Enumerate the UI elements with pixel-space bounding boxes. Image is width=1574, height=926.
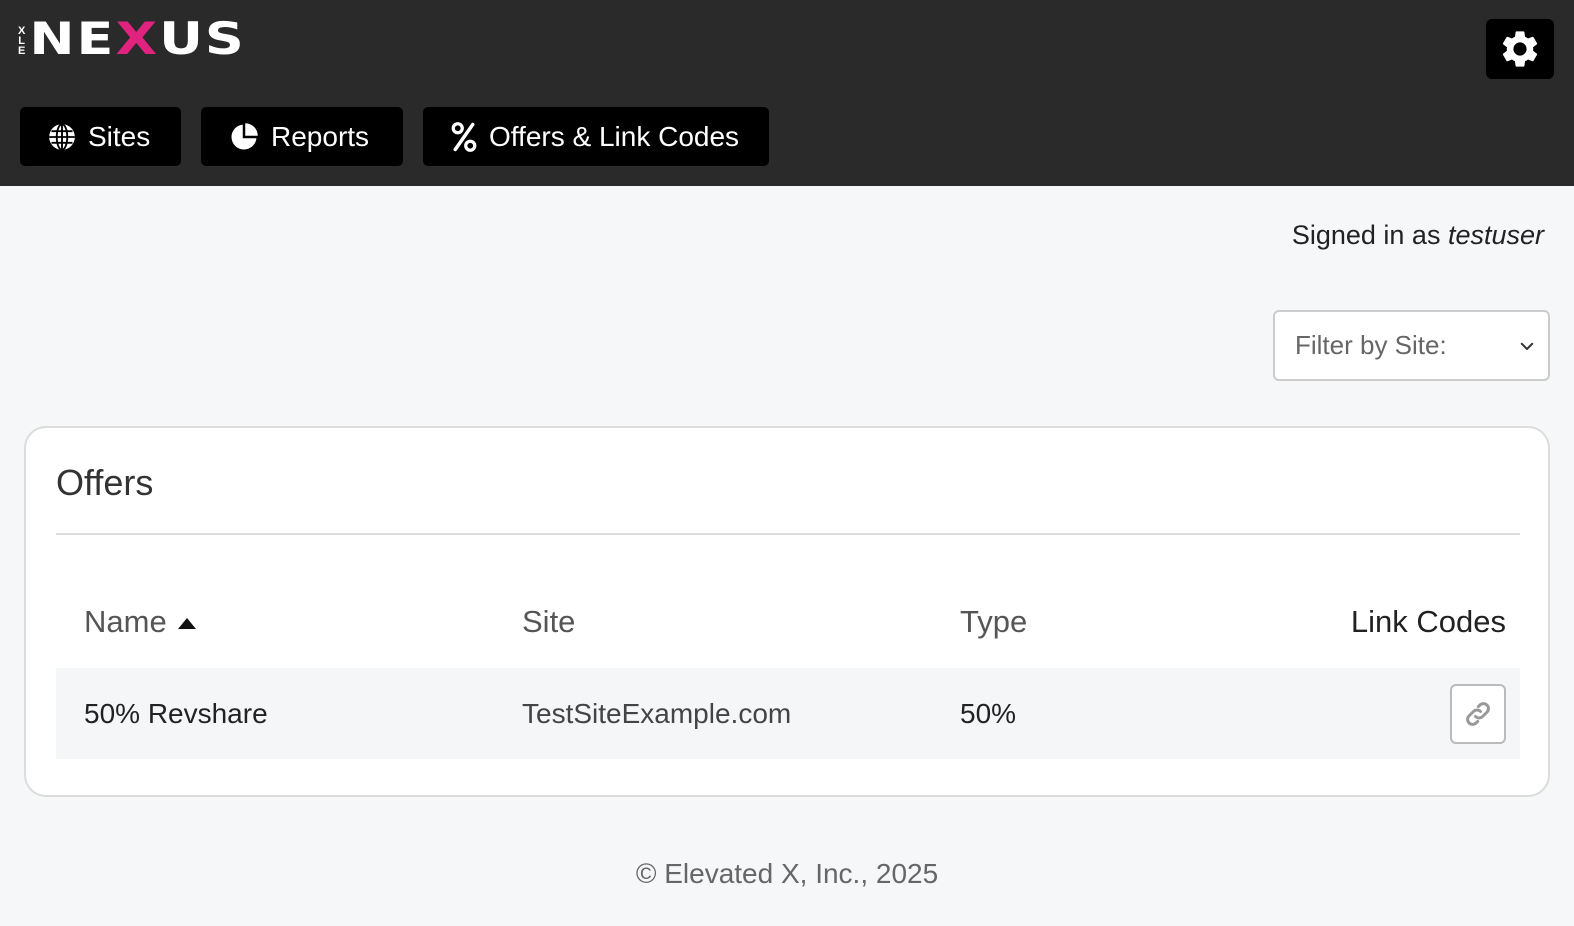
nav-sites-button[interactable]: Sites	[20, 107, 181, 166]
nav-offers-button[interactable]: Offers & Link Codes	[423, 107, 769, 166]
nav-sites-label: Sites	[88, 120, 151, 152]
column-header-name[interactable]: Name	[84, 604, 197, 640]
offer-name: 50% Revshare	[84, 698, 268, 729]
logo-wordmark: NEXUS	[29, 16, 245, 60]
nav-offers-label: Offers & Link Codes	[489, 120, 740, 152]
column-header-type[interactable]: Type	[960, 604, 1027, 640]
logo-word-x: X	[115, 12, 160, 65]
column-header-site[interactable]: Site	[522, 604, 575, 640]
offer-site: TestSiteExample.com	[522, 698, 792, 729]
signed-in-username: testuser	[1447, 220, 1544, 250]
signed-in-status: Signed in as testuser	[1292, 220, 1544, 251]
sort-ascending-icon	[177, 617, 196, 629]
gear-icon	[1502, 31, 1538, 67]
offer-type: 50%	[960, 698, 1017, 729]
nexus-logo[interactable]: XLE NEXUS	[18, 14, 246, 64]
filter-by-site-select[interactable]: Filter by Site:	[1273, 310, 1550, 381]
logo-prefix: XLE	[18, 25, 26, 57]
percent-icon	[451, 121, 477, 152]
column-header-name-label: Name	[84, 604, 167, 639]
link-icon	[1466, 702, 1490, 726]
column-header-link-codes: Link Codes	[1350, 604, 1506, 639]
divider	[56, 533, 1520, 535]
top-bar: XLE NEXUS Sites Reports Offers & Link Co…	[0, 0, 1574, 186]
logo-word-end: US	[159, 12, 246, 65]
settings-button[interactable]	[1486, 19, 1554, 79]
filter-by-site-label: Filter by Site:	[1295, 330, 1447, 360]
globe-icon	[49, 122, 75, 151]
pie-chart-icon	[231, 122, 258, 149]
table-row: 50% Revshare TestSiteExample.com 50%	[56, 668, 1520, 759]
link-codes-button[interactable]	[1450, 684, 1506, 744]
nav-reports-label: Reports	[271, 120, 370, 152]
logo-word-start: NE	[29, 12, 116, 65]
offers-card: Offers Name Site Type Link Codes 50% Rev…	[24, 426, 1550, 797]
nav-reports-button[interactable]: Reports	[201, 107, 403, 166]
chevron-down-icon	[1520, 342, 1534, 350]
footer-copyright: © Elevated X, Inc., 2025	[635, 858, 939, 889]
signed-in-prefix: Signed in as	[1291, 220, 1448, 250]
offers-title: Offers	[56, 462, 154, 503]
